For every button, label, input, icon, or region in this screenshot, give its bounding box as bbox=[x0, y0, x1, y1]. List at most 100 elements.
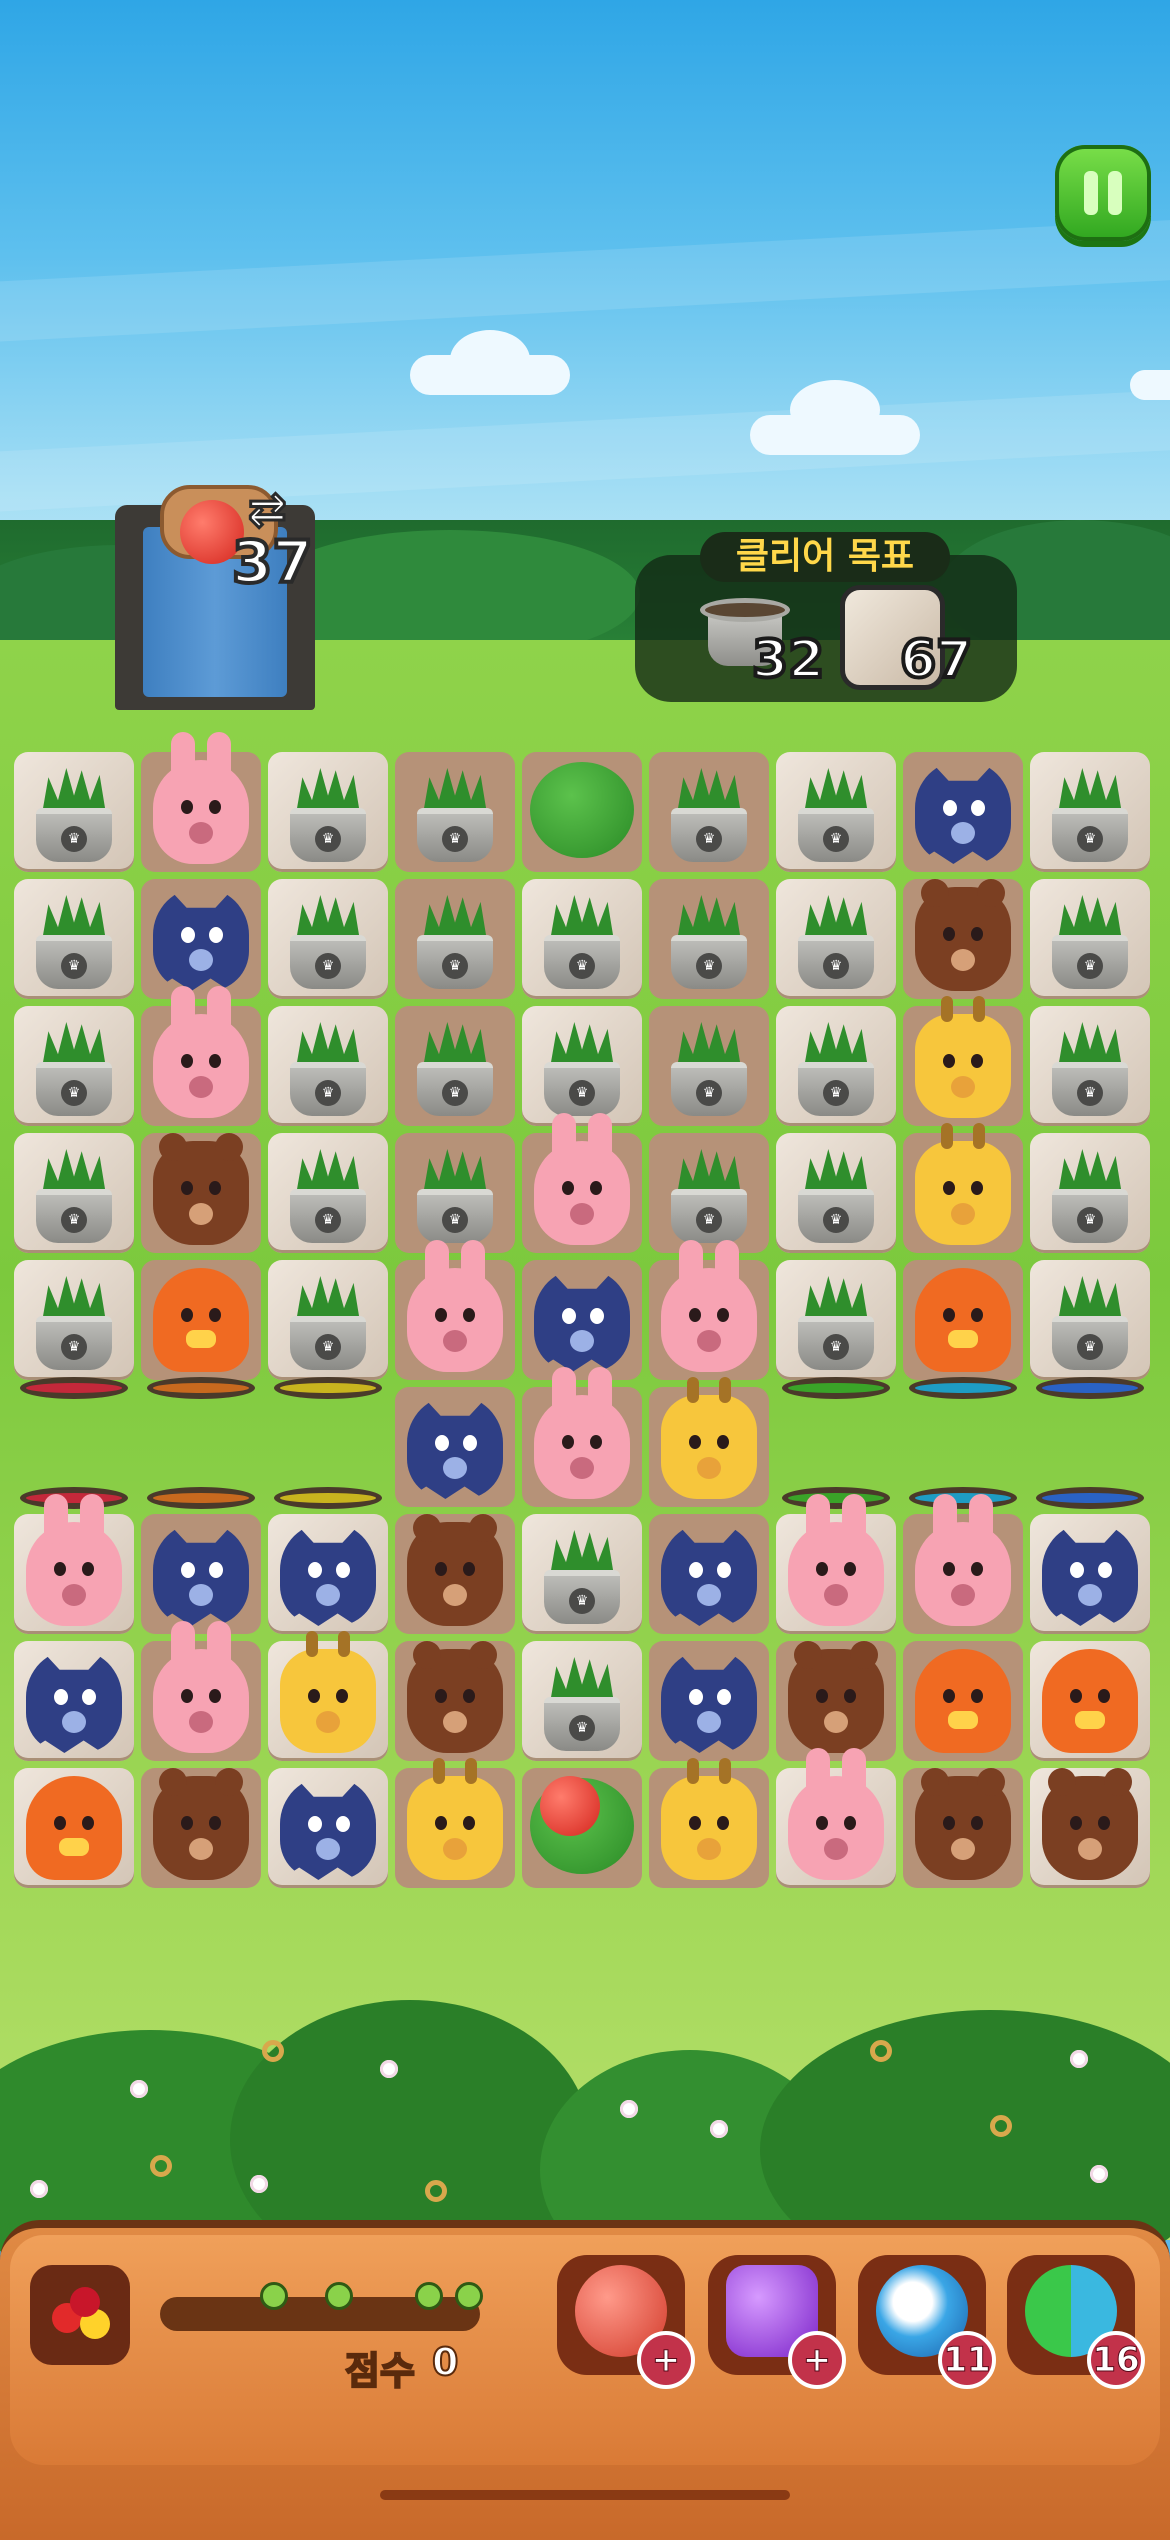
board-cell[interactable] bbox=[649, 1377, 769, 1507]
board-cell[interactable] bbox=[522, 1113, 642, 1253]
board-cell[interactable] bbox=[903, 1768, 1023, 1888]
board-cell[interactable]: ♛ bbox=[522, 1514, 642, 1634]
board-cell[interactable]: ♛ bbox=[268, 752, 388, 872]
eye bbox=[971, 1308, 983, 1322]
board-cell[interactable] bbox=[903, 996, 1023, 1126]
board-cell[interactable]: ♛ bbox=[268, 1006, 388, 1126]
board-cell[interactable]: ♛ bbox=[395, 879, 515, 999]
board-cell[interactable] bbox=[14, 1494, 134, 1634]
board-cell[interactable] bbox=[522, 1768, 642, 1888]
board-cell[interactable]: ♛ bbox=[395, 1133, 515, 1253]
hammer-booster-button[interactable]: + bbox=[557, 2255, 695, 2389]
board-cell[interactable] bbox=[776, 1494, 896, 1634]
board-cell[interactable] bbox=[14, 1641, 134, 1761]
board-cell[interactable]: ♛ bbox=[649, 1133, 769, 1253]
board-cell[interactable] bbox=[522, 752, 642, 872]
board-cell[interactable]: ♛ bbox=[268, 879, 388, 999]
board-cell[interactable] bbox=[522, 1367, 642, 1507]
board-cell[interactable]: ♛ bbox=[649, 1006, 769, 1126]
board-cell[interactable]: ♛ bbox=[395, 1006, 515, 1126]
plant-pot-icon: ♛ bbox=[417, 1149, 493, 1243]
board-cell[interactable]: ♛ bbox=[776, 752, 896, 872]
bear-icon bbox=[153, 1133, 249, 1245]
board-cell[interactable] bbox=[141, 879, 261, 999]
board-cell[interactable] bbox=[903, 1641, 1023, 1761]
board-cell[interactable]: ♛ bbox=[1030, 1006, 1150, 1126]
board-cell[interactable] bbox=[903, 1494, 1023, 1634]
board-cell[interactable] bbox=[649, 1641, 769, 1761]
board-cell[interactable] bbox=[141, 732, 261, 872]
board-cell[interactable]: ♛ bbox=[1030, 1260, 1150, 1380]
board-cell[interactable] bbox=[268, 1631, 388, 1761]
board-cell[interactable] bbox=[522, 1260, 642, 1380]
eye bbox=[943, 1308, 955, 1322]
board-cell[interactable] bbox=[1030, 1768, 1150, 1888]
board-cell[interactable]: ♛ bbox=[522, 879, 642, 999]
board-cell[interactable] bbox=[776, 1641, 896, 1761]
board-cell[interactable] bbox=[776, 1748, 896, 1888]
chicken-icon bbox=[26, 1776, 122, 1880]
board-cell[interactable] bbox=[649, 1240, 769, 1380]
board-cell[interactable]: ♛ bbox=[776, 1260, 896, 1380]
crown-icon: ♛ bbox=[315, 953, 341, 979]
board-cell[interactable] bbox=[395, 1758, 515, 1888]
board-cell[interactable]: ♛ bbox=[649, 752, 769, 872]
eye bbox=[590, 1308, 604, 1324]
board-cell[interactable] bbox=[141, 986, 261, 1126]
board-cell[interactable] bbox=[14, 1768, 134, 1888]
board-cell[interactable]: ♛ bbox=[14, 1133, 134, 1253]
board-cell[interactable]: ♛ bbox=[14, 1006, 134, 1126]
board-cell[interactable] bbox=[395, 1641, 515, 1761]
board-cell[interactable] bbox=[649, 1514, 769, 1634]
cloud bbox=[450, 330, 530, 390]
board-cell[interactable]: ♛ bbox=[395, 752, 515, 872]
eye bbox=[336, 1689, 348, 1703]
eye bbox=[689, 1816, 701, 1830]
board-cell[interactable]: ♛ bbox=[776, 879, 896, 999]
board-cell[interactable] bbox=[1030, 1641, 1150, 1761]
board-cell[interactable] bbox=[395, 1387, 515, 1507]
board-cell[interactable] bbox=[395, 1514, 515, 1634]
mouth bbox=[570, 1203, 594, 1225]
eye bbox=[816, 1689, 828, 1703]
board-cell[interactable]: ♛ bbox=[776, 1006, 896, 1126]
board-cell[interactable] bbox=[141, 1260, 261, 1380]
mouth bbox=[189, 1711, 213, 1733]
board-cell[interactable] bbox=[141, 1514, 261, 1634]
board-cell[interactable] bbox=[268, 1768, 388, 1888]
eye bbox=[689, 1689, 703, 1705]
board-cell[interactable] bbox=[903, 1123, 1023, 1253]
board-cell[interactable]: ♛ bbox=[268, 1133, 388, 1253]
board-cell[interactable] bbox=[903, 879, 1023, 999]
board-cell[interactable] bbox=[141, 1621, 261, 1761]
plant-pot-icon: ♛ bbox=[1052, 1149, 1128, 1243]
board-cell[interactable]: ♛ bbox=[1030, 1133, 1150, 1253]
shuffle-booster-button[interactable]: 16 bbox=[1007, 2255, 1145, 2389]
board-cell[interactable]: ♛ bbox=[776, 1133, 896, 1253]
board-cell[interactable] bbox=[903, 1260, 1023, 1380]
board-cell[interactable]: ♛ bbox=[14, 1260, 134, 1380]
board-cell[interactable] bbox=[1030, 1514, 1150, 1634]
board-cell[interactable]: ♛ bbox=[268, 1260, 388, 1380]
board-cell[interactable] bbox=[395, 1240, 515, 1380]
plant-pot-icon: ♛ bbox=[671, 895, 747, 989]
eye bbox=[308, 1689, 320, 1703]
board-cell[interactable]: ♛ bbox=[522, 1641, 642, 1761]
board-cell[interactable]: ♛ bbox=[1030, 879, 1150, 999]
board-cell[interactable] bbox=[649, 1758, 769, 1888]
eye bbox=[181, 1816, 193, 1830]
board-cell[interactable] bbox=[903, 752, 1023, 872]
board-cell[interactable] bbox=[141, 1133, 261, 1253]
score-value: 0 bbox=[431, 2339, 459, 2385]
mouth bbox=[951, 1203, 975, 1225]
board-cell[interactable]: ♛ bbox=[649, 879, 769, 999]
pause-button[interactable] bbox=[1055, 145, 1151, 241]
board-cell[interactable]: ♛ bbox=[14, 752, 134, 872]
board-cell[interactable] bbox=[268, 1514, 388, 1634]
board-cell[interactable] bbox=[141, 1768, 261, 1888]
bomb-booster-button[interactable]: 11 bbox=[858, 2255, 996, 2389]
board-cell[interactable]: ♛ bbox=[522, 1006, 642, 1126]
board-cell[interactable]: ♛ bbox=[1030, 752, 1150, 872]
magic-hammer-booster-button[interactable]: + bbox=[708, 2255, 846, 2389]
board-cell[interactable]: ♛ bbox=[14, 879, 134, 999]
